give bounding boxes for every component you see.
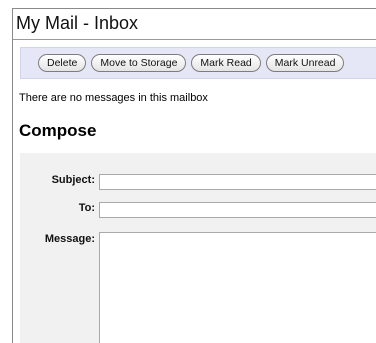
message-toolbar: Delete Move to Storage Mark Read Mark Un…: [20, 47, 376, 79]
mark-unread-button[interactable]: Mark Unread: [265, 54, 345, 72]
move-to-storage-button[interactable]: Move to Storage: [91, 54, 187, 72]
compose-heading: Compose: [19, 121, 97, 140]
title-divider: [13, 39, 376, 40]
mark-read-button[interactable]: Mark Read: [191, 54, 261, 72]
message-label: Message:: [44, 233, 95, 245]
subject-field[interactable]: [99, 174, 376, 190]
subject-label: Subject:: [51, 174, 95, 186]
to-field[interactable]: [99, 202, 376, 218]
window-title: My Mail - Inbox: [16, 13, 139, 33]
mail-window: My Mail - Inbox Delete Move to Storage M…: [12, 8, 376, 343]
compose-form: Subject: To: Message:: [20, 153, 376, 343]
message-textarea[interactable]: [99, 232, 376, 343]
delete-button[interactable]: Delete: [38, 54, 87, 72]
mailbox-status: There are no messages in this mailbox: [19, 92, 208, 104]
to-label: To:: [78, 202, 95, 214]
